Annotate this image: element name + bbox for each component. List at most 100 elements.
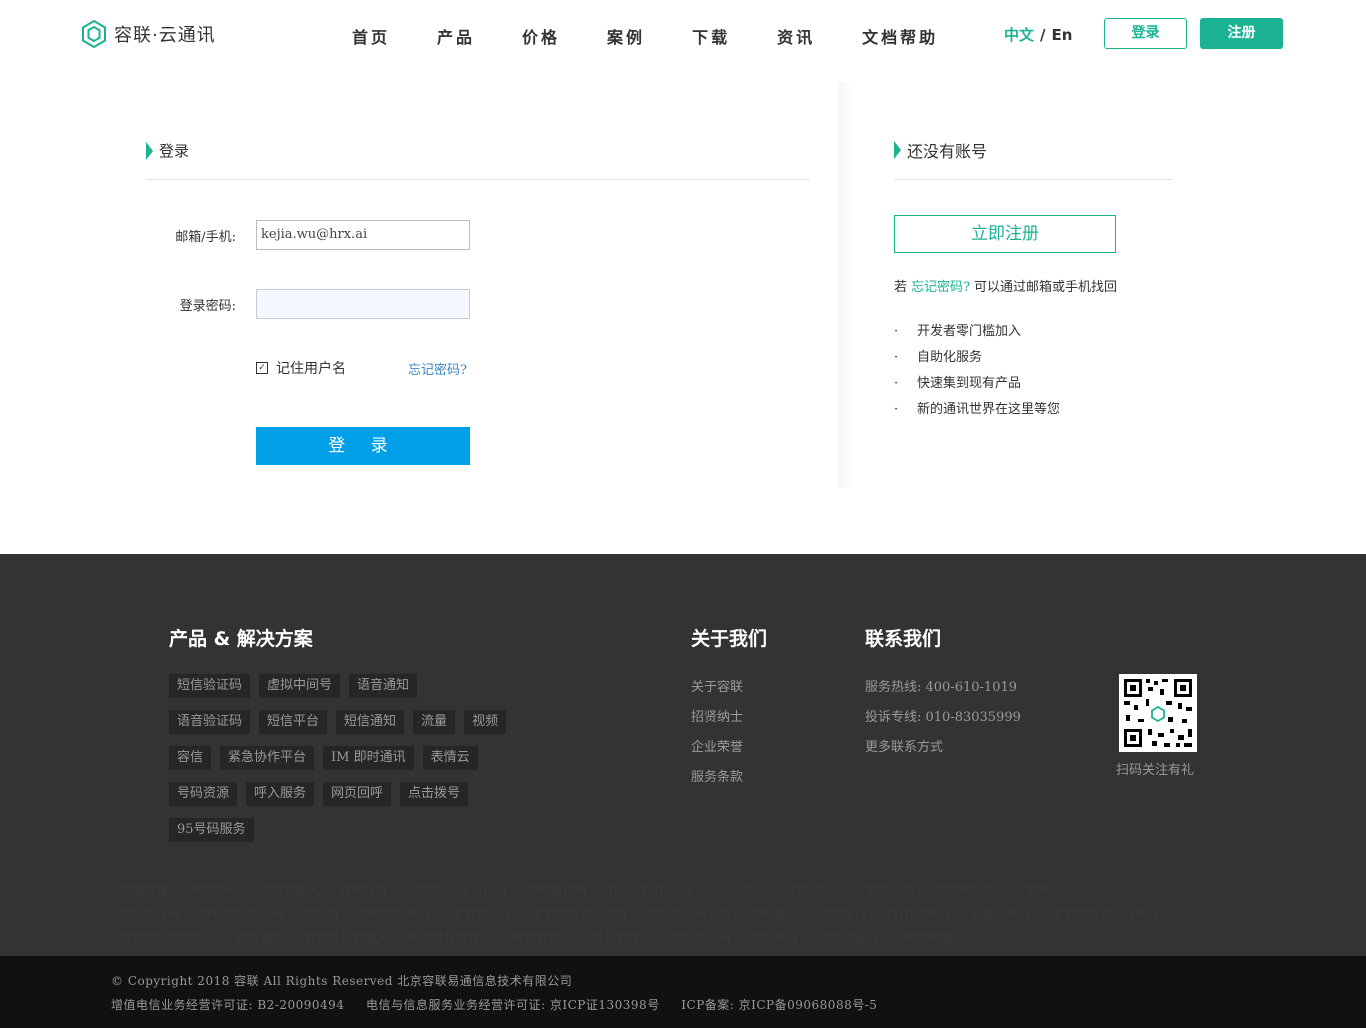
product-tag[interactable]: 网页回呼 [323,782,392,806]
about-link[interactable]: 企业荣誉 [691,736,743,766]
nav-docs[interactable]: 文档帮助 [862,24,938,48]
friend-link[interactable]: 即时通讯网 [526,883,586,897]
friend-link[interactable]: 短信验证码 [819,931,879,945]
friend-link[interactable]: 移云 [744,883,768,897]
more-contact-link[interactable]: 更多联系方式 [865,736,1021,766]
remember-label[interactable]: 记住用户名 [276,358,346,378]
friend-link[interactable]: 云服务 [407,883,443,897]
triangle-marker-icon [894,141,901,159]
friend-link[interactable]: 呼叫中心 [192,883,240,897]
about-link[interactable]: 关于容联 [691,676,743,706]
about-link[interactable]: 服务条款 [691,766,743,796]
friend-link[interactable]: 手机短信平台 [360,907,432,921]
about-link[interactable]: 招贤纳士 [691,706,743,736]
friend-link[interactable]: 短信通知 [236,931,284,945]
nav-download[interactable]: 下载 [692,24,730,48]
friend-link[interactable]: 云通讯平台 [971,907,1031,921]
friend-links-row: 短信验证码 手机短信验证码 短信群 手机短信平台 手机验证码 手机短信验证平台 … [120,902,1260,926]
friend-link[interactable]: 短信群 [304,907,340,921]
login-title-text: 登录 [159,142,190,160]
product-tag[interactable]: 虚拟中间号 [259,674,341,698]
product-tag[interactable]: IM 即时通讯 [323,746,414,770]
friend-link[interactable]: 手机短信验证码 [200,907,284,921]
friend-link[interactable]: 语音机器人 [260,883,320,897]
qr-label: 扫码关注有礼 [1116,763,1195,778]
friend-link[interactable]: 智能语音机器人 [304,931,388,945]
hint-suffix: 可以通过邮箱或手机找回 [974,280,1118,295]
product-tag[interactable]: 短信平台 [259,710,328,734]
product-tag[interactable]: 视频 [464,710,507,734]
friend-link[interactable]: 猫扑众测 [866,883,914,897]
friend-link[interactable]: 短信平台 [751,931,799,945]
friend-link[interactable]: 短信接口 [819,907,867,921]
lang-en[interactable]: En [1052,26,1073,44]
list-item: · 开发者零门槛加入 [894,324,1022,339]
product-tag[interactable]: 紧急协作平台 [220,746,315,770]
friend-link[interactable]: 即时通讯 [751,907,799,921]
friend-link[interactable]: 手机验证码 [451,907,511,921]
list-item: · 快速集到现有产品 [894,376,1022,391]
product-tag[interactable]: 语音通知 [349,674,418,698]
product-tag[interactable]: 表情云 [422,746,478,770]
friend-link[interactable]: 电销机器人 [511,931,571,945]
product-tag[interactable]: 流量 [413,710,456,734]
product-tag[interactable]: 容信 [169,746,212,770]
product-tag[interactable]: 95号码服务 [169,818,254,842]
header-register-button[interactable]: 注册 [1200,18,1283,49]
nav-news[interactable]: 资讯 [777,24,815,48]
nav-home[interactable]: 首页 [352,24,390,48]
product-tag[interactable]: 号码资源 [169,782,238,806]
email-field[interactable]: kejia.wu@hrx.ai [256,220,470,250]
password-label: 登录密码: [179,299,236,314]
products-title: 产品 & 解决方案 [169,628,313,650]
lang-zh[interactable]: 中文 [1004,26,1034,44]
friend-link[interactable]: API Store [787,883,845,897]
login-submit-button[interactable]: 登 录 [256,427,470,465]
friend-link[interactable]: Cocos [687,883,724,897]
triangle-marker-icon [146,141,153,160]
friend-link[interactable]: 手机短信验证码平台 [1051,907,1159,921]
nav-cases[interactable]: 案例 [607,24,645,48]
remember-checkbox[interactable]: ✓ [256,362,268,374]
hint-forgot-link[interactable]: 忘记密码? [911,280,970,295]
footer-bottom-bar: © Copyright 2018 容联 All Rights Reserved … [0,956,1366,1028]
nav-pricing[interactable]: 价格 [522,24,560,48]
header-login-button[interactable]: 登录 [1104,18,1187,49]
contact-list: 服务热线: 400-610-1019 投诉专线: 010-83035999 更多… [865,676,1021,766]
license-info: 增值电信业务经营许可证: B2-20090494 电信与信息服务业务经营许可证:… [111,996,877,1013]
forgot-password-link[interactable]: 忘记密码? [408,359,467,378]
friend-links-row: 手机短信通知平台 短信通知 智能语音机器人 电话语音机器人 电销机器人 语音机器… [120,926,1260,950]
friend-link[interactable]: ThinkPHP [606,883,667,897]
friend-link[interactable]: 短信验证码 [671,931,731,945]
license-2: 电信与信息服务业务经营许可证: 京ICP证130398号 [366,998,660,1012]
friend-link[interactable]: 手机短信验证平台 [531,907,627,921]
hint-prefix: 若 [894,280,908,295]
logo[interactable]: 容联·云通讯 [82,20,216,48]
friend-link-more[interactable]: 更多>> [1025,883,1069,897]
product-tag[interactable]: 短信验证码 [169,674,251,698]
register-now-button[interactable]: 立即注册 [894,215,1116,253]
nav-products[interactable]: 产品 [437,24,475,48]
lang-separator: / [1040,26,1046,44]
friend-link[interactable]: 手机短信通知平台 [120,931,216,945]
product-tag[interactable]: 呼入服务 [246,782,315,806]
friend-link[interactable]: IM即时通讯 [899,931,964,945]
friend-link[interactable]: 短信验证码 [120,907,180,921]
logo-text: 容联·云通讯 [114,25,216,46]
friend-link[interactable]: 语音机器人 [591,931,651,945]
friend-link[interactable]: 电话语音机器人 [408,931,492,945]
signup-divider [894,179,1172,180]
friend-link[interactable]: Coding [463,883,506,897]
friend-link[interactable]: IM开发平台 [887,907,952,921]
product-tag[interactable]: 点击拨号 [400,782,469,806]
friend-link[interactable]: 容易科技 [340,883,388,897]
product-tag[interactable]: 短信通知 [336,710,405,734]
friend-link[interactable]: 应用开发资讯 [934,883,1006,897]
product-tags: 短信验证码 虚拟中间号 语音通知 语音验证码 短信平台 短信通知 流量 视频 容… [169,674,569,854]
about-title: 关于我们 [691,628,768,650]
product-tag[interactable]: 语音验证码 [169,710,251,734]
login-section-title: 登录 [146,140,189,161]
friend-link[interactable]: 短信验证码平台 [647,907,731,921]
contact-title: 联系我们 [865,628,942,650]
password-field[interactable] [256,289,470,319]
